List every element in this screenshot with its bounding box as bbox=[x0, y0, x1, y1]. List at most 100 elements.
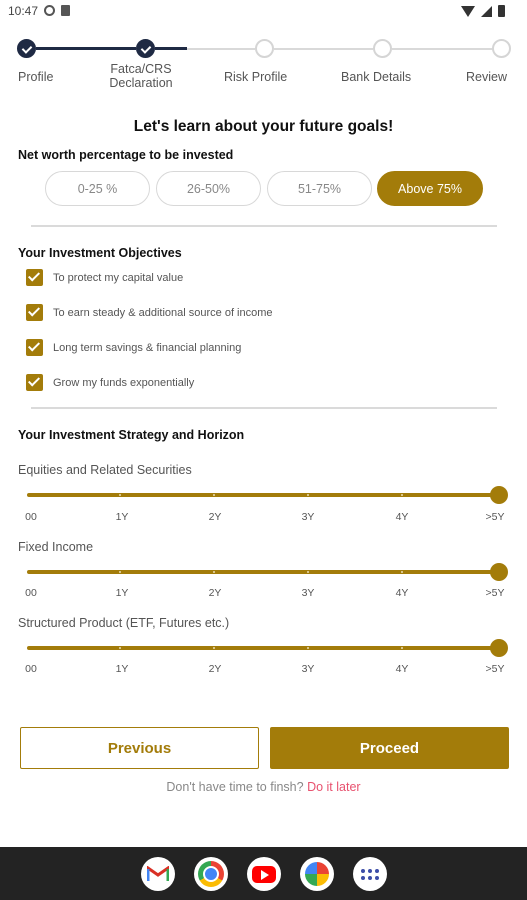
tick-label: >5Y bbox=[485, 663, 505, 675]
slider-label-equities: Equities and Related Securities bbox=[18, 463, 192, 477]
slider-structured-product[interactable] bbox=[27, 639, 508, 657]
tick-label: 2Y bbox=[208, 587, 222, 599]
net-worth-option-0-25[interactable]: 0-25 % bbox=[45, 171, 150, 206]
checkbox-checked-icon[interactable] bbox=[26, 269, 43, 286]
tick-label: 3Y bbox=[301, 663, 315, 675]
tick-label: 1Y bbox=[115, 663, 129, 675]
gmail-glyph bbox=[147, 866, 169, 881]
tick-label: 3Y bbox=[301, 511, 315, 523]
chrome-icon[interactable] bbox=[194, 857, 228, 891]
signal-icon bbox=[481, 5, 492, 17]
proceed-button[interactable]: Proceed bbox=[270, 727, 509, 769]
tick-label: 3Y bbox=[301, 587, 315, 599]
chrome-glyph bbox=[198, 861, 224, 887]
step-label-profile: Profile bbox=[18, 70, 54, 84]
net-worth-heading: Net worth percentage to be invested bbox=[18, 148, 234, 162]
step-risk-profile-dot[interactable] bbox=[255, 39, 274, 58]
slider-thumb[interactable] bbox=[490, 486, 508, 504]
slider-fixed-income[interactable] bbox=[27, 563, 508, 581]
slider-tick bbox=[119, 571, 121, 573]
stepper-line bbox=[274, 48, 373, 50]
tick-label: 4Y bbox=[395, 663, 409, 675]
objective-label: To earn steady & additional source of in… bbox=[53, 306, 273, 319]
slider-tick bbox=[213, 571, 215, 573]
photos-glyph bbox=[305, 862, 329, 886]
slider-tick bbox=[307, 494, 309, 496]
step-label-bank-details: Bank Details bbox=[341, 70, 412, 84]
step-label-risk-profile: Risk Profile bbox=[224, 70, 288, 84]
step-bank-details-dot[interactable] bbox=[373, 39, 392, 58]
slider-equities[interactable] bbox=[27, 486, 508, 504]
step-label-fatca: Fatca/CRS Declaration bbox=[109, 62, 173, 90]
tick-label: 4Y bbox=[395, 511, 409, 523]
stepper-line bbox=[392, 48, 493, 50]
sync-icon bbox=[44, 5, 55, 16]
objective-item[interactable]: Grow my funds exponentially bbox=[26, 374, 194, 391]
gmail-icon[interactable] bbox=[141, 857, 175, 891]
slider-tick bbox=[307, 571, 309, 573]
step-profile-check-icon[interactable] bbox=[17, 39, 36, 58]
status-system-icons bbox=[461, 5, 505, 17]
app-drawer-glyph bbox=[361, 868, 379, 880]
tick-label: 1Y bbox=[115, 587, 129, 599]
do-it-later-row: Don't have time to finsh? Do it later bbox=[0, 780, 527, 794]
slider-tick bbox=[119, 647, 121, 649]
tick-label: 1Y bbox=[115, 511, 129, 523]
tick-label: 2Y bbox=[208, 663, 222, 675]
net-worth-option-above-75[interactable]: Above 75% bbox=[377, 171, 483, 206]
slider-tick bbox=[401, 647, 403, 649]
objective-item[interactable]: Long term savings & financial planning bbox=[26, 339, 241, 356]
wifi-icon bbox=[461, 5, 475, 17]
tick-label: >5Y bbox=[485, 511, 505, 523]
slider-thumb[interactable] bbox=[490, 639, 508, 657]
slider-tick bbox=[213, 494, 215, 496]
checkbox-checked-icon[interactable] bbox=[26, 304, 43, 321]
do-it-later-link[interactable]: Do it later bbox=[307, 780, 361, 794]
tick-label: 2Y bbox=[208, 511, 222, 523]
tick-label: 00 bbox=[25, 511, 37, 523]
objective-label: To protect my capital value bbox=[53, 271, 184, 284]
objectives-heading: Your Investment Objectives bbox=[18, 246, 182, 260]
strategy-heading: Your Investment Strategy and Horizon bbox=[18, 428, 245, 442]
objective-label: Grow my funds exponentially bbox=[53, 376, 195, 389]
objective-item[interactable]: To protect my capital value bbox=[26, 269, 183, 286]
stepper-line bbox=[187, 48, 255, 50]
progress-stepper: Profile Fatca/CRS Declaration Risk Profi… bbox=[0, 38, 527, 98]
tick-label: >5Y bbox=[485, 587, 505, 599]
step-review-dot[interactable] bbox=[492, 39, 511, 58]
slider-tick bbox=[307, 647, 309, 649]
slider-tick bbox=[213, 647, 215, 649]
photos-icon[interactable] bbox=[300, 857, 334, 891]
stepper-line-done bbox=[155, 47, 187, 50]
page-title: Let's learn about your future goals! bbox=[133, 118, 394, 135]
do-it-later-text: Don't have time to finsh? bbox=[166, 780, 304, 794]
youtube-icon[interactable] bbox=[247, 857, 281, 891]
objective-item[interactable]: To earn steady & additional source of in… bbox=[26, 304, 273, 321]
youtube-glyph bbox=[252, 865, 276, 883]
checkbox-checked-icon[interactable] bbox=[26, 339, 43, 356]
status-notification-icons bbox=[44, 5, 70, 16]
divider bbox=[31, 407, 497, 409]
battery-icon bbox=[498, 5, 505, 17]
status-bar: 10:47 bbox=[0, 0, 527, 24]
app-drawer-icon[interactable] bbox=[353, 857, 387, 891]
slider-label-structured-product: Structured Product (ETF, Futures etc.) bbox=[18, 616, 230, 630]
tick-label: 4Y bbox=[395, 587, 409, 599]
objective-label: Long term savings & financial planning bbox=[53, 341, 242, 354]
net-worth-option-51-75[interactable]: 51-75% bbox=[267, 171, 372, 206]
slider-thumb[interactable] bbox=[490, 563, 508, 581]
tick-label: 00 bbox=[25, 587, 37, 599]
checkbox-checked-icon[interactable] bbox=[26, 374, 43, 391]
slider-label-fixed-income: Fixed Income bbox=[18, 540, 94, 554]
sim-card-icon bbox=[61, 5, 70, 16]
slider-tick bbox=[401, 494, 403, 496]
divider bbox=[31, 225, 497, 227]
slider-tick bbox=[119, 494, 121, 496]
status-time: 10:47 bbox=[8, 4, 39, 18]
previous-button[interactable]: Previous bbox=[20, 727, 259, 769]
app-dock bbox=[0, 847, 527, 900]
tick-label: 00 bbox=[25, 663, 37, 675]
step-fatca-check-icon[interactable] bbox=[136, 39, 155, 58]
stepper-line-done bbox=[36, 47, 136, 50]
net-worth-option-26-50[interactable]: 26-50% bbox=[156, 171, 261, 206]
